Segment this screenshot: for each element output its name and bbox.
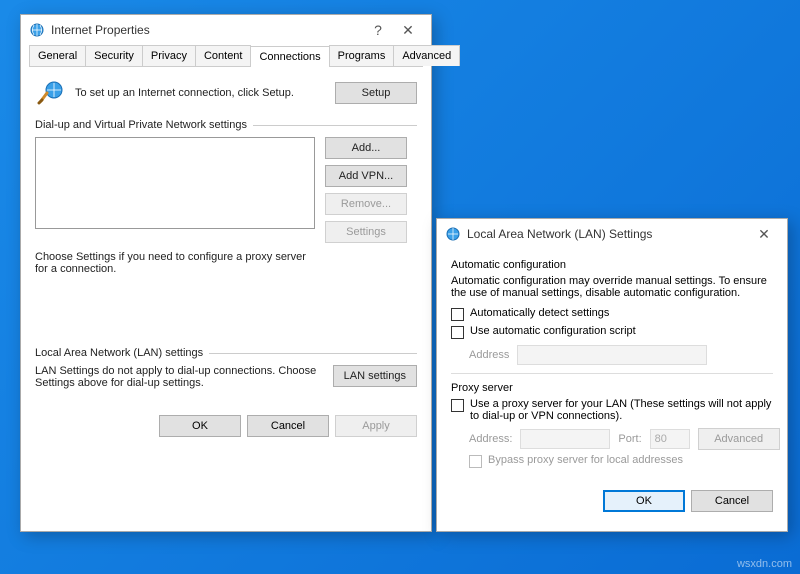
close-button[interactable]: ✕ bbox=[393, 22, 423, 39]
tab-strip: General Security Privacy Content Connect… bbox=[29, 45, 423, 67]
lan-window-title: Local Area Network (LAN) Settings bbox=[467, 227, 749, 241]
script-address-input bbox=[517, 345, 707, 365]
auto-detect-checkbox[interactable] bbox=[451, 308, 464, 321]
setup-text: To set up an Internet connection, click … bbox=[75, 87, 327, 99]
internet-options-icon bbox=[29, 22, 45, 38]
tab-advanced[interactable]: Advanced bbox=[393, 45, 460, 66]
ok-button[interactable]: OK bbox=[159, 415, 241, 437]
auto-script-label: Use automatic configuration script bbox=[470, 325, 636, 337]
remove-button: Remove... bbox=[325, 193, 407, 215]
use-proxy-checkbox[interactable] bbox=[451, 399, 464, 412]
dialup-legend: Dial-up and Virtual Private Network sett… bbox=[35, 119, 247, 131]
bypass-checkbox bbox=[469, 455, 482, 468]
lan-group: Local Area Network (LAN) settings LAN Se… bbox=[35, 347, 417, 389]
lan-ok-button[interactable]: OK bbox=[603, 490, 685, 512]
proxy-note: Choose Settings if you need to configure… bbox=[35, 251, 315, 275]
lan-legend: Local Area Network (LAN) settings bbox=[35, 347, 203, 359]
setup-icon bbox=[35, 77, 67, 109]
lan-icon bbox=[445, 226, 461, 242]
proxy-header: Proxy server bbox=[451, 382, 773, 394]
connections-listbox[interactable] bbox=[35, 137, 315, 229]
lan-titlebar: Local Area Network (LAN) Settings ✕ bbox=[437, 219, 787, 249]
lan-settings-window: Local Area Network (LAN) Settings ✕ Auto… bbox=[436, 218, 788, 532]
lan-body: Automatic configuration Automatic config… bbox=[437, 249, 787, 482]
address-label: Address bbox=[469, 349, 509, 361]
add-vpn-button[interactable]: Add VPN... bbox=[325, 165, 407, 187]
proxy-port-label: Port: bbox=[618, 433, 641, 445]
lan-close-button[interactable]: ✕ bbox=[749, 226, 779, 243]
setup-button[interactable]: Setup bbox=[335, 82, 417, 104]
watermark: wsxdn.com bbox=[737, 558, 792, 570]
lan-cancel-button[interactable]: Cancel bbox=[691, 490, 773, 512]
tab-general[interactable]: General bbox=[29, 45, 86, 66]
dialup-group: Dial-up and Virtual Private Network sett… bbox=[35, 119, 417, 275]
tab-privacy[interactable]: Privacy bbox=[142, 45, 196, 66]
titlebar: Internet Properties ? ✕ bbox=[21, 15, 431, 45]
add-button[interactable]: Add... bbox=[325, 137, 407, 159]
proxy-port-input bbox=[650, 429, 690, 449]
cancel-button[interactable]: Cancel bbox=[247, 415, 329, 437]
auto-config-sub: Automatic configuration may override man… bbox=[451, 275, 773, 299]
bypass-label: Bypass proxy server for local addresses bbox=[488, 454, 683, 466]
internet-properties-window: Internet Properties ? ✕ General Security… bbox=[20, 14, 432, 532]
advanced-button: Advanced bbox=[698, 428, 780, 450]
apply-button: Apply bbox=[335, 415, 417, 437]
tab-security[interactable]: Security bbox=[85, 45, 143, 66]
proxy-address-input bbox=[520, 429, 610, 449]
tab-connections[interactable]: Connections bbox=[250, 46, 329, 67]
lan-settings-button[interactable]: LAN settings bbox=[333, 365, 417, 387]
settings-button: Settings bbox=[325, 221, 407, 243]
auto-config-header: Automatic configuration bbox=[451, 259, 773, 271]
auto-detect-label: Automatically detect settings bbox=[470, 307, 609, 319]
use-proxy-label: Use a proxy server for your LAN (These s… bbox=[470, 398, 773, 422]
lan-text: LAN Settings do not apply to dial-up con… bbox=[35, 365, 323, 389]
tab-body: To set up an Internet connection, click … bbox=[21, 67, 431, 407]
dialog-footer: OK Cancel Apply bbox=[21, 407, 431, 449]
lan-footer: OK Cancel bbox=[437, 482, 787, 524]
tab-programs[interactable]: Programs bbox=[329, 45, 395, 66]
proxy-address-label: Address: bbox=[469, 433, 512, 445]
help-button[interactable]: ? bbox=[363, 22, 393, 38]
auto-script-checkbox[interactable] bbox=[451, 326, 464, 339]
tab-content[interactable]: Content bbox=[195, 45, 252, 66]
window-title: Internet Properties bbox=[51, 23, 363, 37]
